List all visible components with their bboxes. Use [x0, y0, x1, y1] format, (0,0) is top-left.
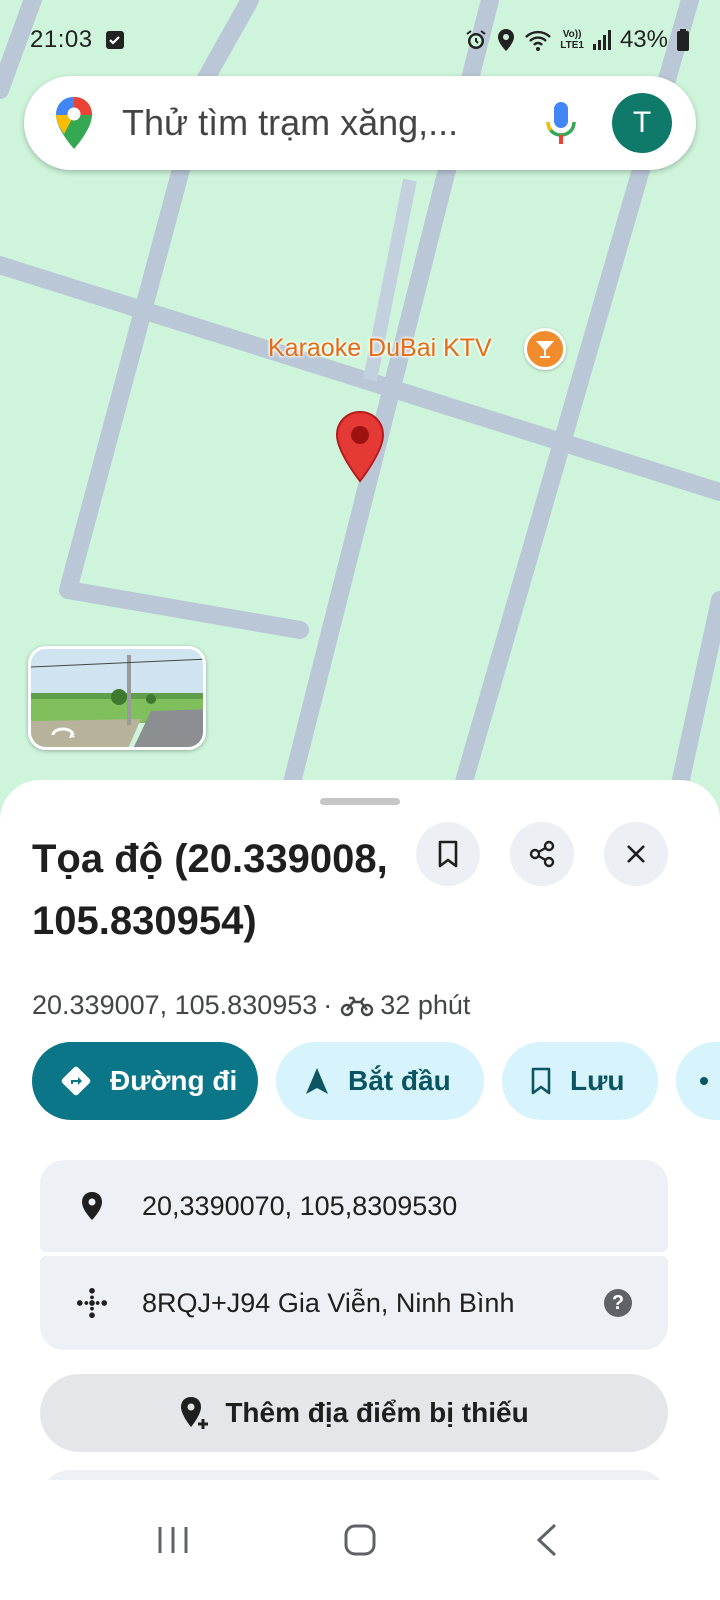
separator: · [323, 990, 333, 1020]
battery-icon [676, 28, 690, 52]
recent-apps-icon [158, 1527, 188, 1553]
add-location-icon [179, 1395, 211, 1431]
add-missing-place-button[interactable]: Thêm địa điểm bị thiếu [40, 1374, 668, 1452]
add-missing-place-label: Thêm địa điểm bị thiếu [225, 1397, 529, 1428]
close-icon [627, 845, 645, 863]
status-bar: 21:03 Vo)) LTE1 43% [0, 0, 720, 80]
coordinates-short: 20.339007, 105.830953 [32, 990, 318, 1020]
share-icon [529, 840, 555, 868]
plus-code-row[interactable]: 8RQJ+J94 Gia Viễn, Ninh Bình ? [40, 1256, 668, 1350]
location-icon [496, 28, 516, 52]
check-notification-icon [105, 30, 125, 50]
dropped-pin-icon [335, 410, 385, 483]
bookmark-icon [438, 840, 458, 868]
directions-icon [60, 1065, 92, 1097]
action-chips: Đường đi Bắt đầu Lưu [32, 1042, 720, 1122]
coordinates-row[interactable]: 20,3390070, 105,8309530 [40, 1160, 668, 1252]
alarm-icon [464, 28, 488, 52]
bookmark-icon [530, 1067, 552, 1095]
navigation-arrow-icon [304, 1066, 330, 1096]
page-title: Tọa độ (20.339008, 105.830954) [32, 837, 388, 943]
drag-handle[interactable] [320, 798, 400, 805]
network-label: LTE1 [560, 40, 584, 51]
microphone-icon[interactable] [544, 100, 578, 146]
cocktail-icon[interactable] [524, 328, 566, 370]
back-icon [536, 1523, 556, 1557]
home-button[interactable] [330, 1510, 390, 1570]
start-button[interactable]: Bắt đầu [276, 1042, 484, 1120]
plus-code-icon [76, 1286, 108, 1320]
directions-button[interactable]: Đường đi [32, 1042, 258, 1120]
motorbike-icon [340, 995, 374, 1017]
back-button[interactable] [517, 1510, 577, 1570]
plus-code-value: 8RQJ+J94 Gia Viễn, Ninh Bình [142, 1287, 515, 1318]
google-maps-logo-icon [56, 97, 92, 149]
share-chip-button[interactable] [676, 1042, 720, 1120]
home-icon [344, 1524, 376, 1556]
wifi-icon [524, 28, 552, 52]
next-card [40, 1470, 668, 1480]
close-button[interactable] [604, 822, 668, 886]
search-input[interactable]: Thử tìm trạm xăng,... [122, 102, 544, 144]
start-label: Bắt đầu [348, 1065, 451, 1096]
street-view-thumbnail[interactable] [28, 646, 206, 750]
place-subline: 20.339007, 105.830953 · 32 phút [32, 990, 470, 1021]
help-icon[interactable]: ? [604, 1289, 632, 1317]
volte-icon: Vo)) LTE1 [560, 29, 584, 51]
avatar[interactable]: T [612, 93, 672, 153]
bookmark-button[interactable] [416, 822, 480, 886]
battery-percent: 43% [619, 26, 668, 53]
status-time: 21:03 [30, 26, 93, 53]
coordinates-value: 20,3390070, 105,8309530 [142, 1190, 458, 1221]
travel-time: 32 phút [380, 990, 471, 1020]
save-button[interactable]: Lưu [502, 1042, 658, 1120]
system-nav-bar [0, 1480, 720, 1600]
save-label: Lưu [570, 1065, 625, 1096]
share-icon [698, 1068, 720, 1094]
signal-icon [592, 29, 612, 51]
search-bar[interactable]: Thử tìm trạm xăng,... T [24, 76, 696, 170]
share-button[interactable] [510, 822, 574, 886]
recent-apps-button[interactable] [143, 1510, 203, 1570]
place-bottom-sheet: Tọa độ (20.339008, 105.830954) 20.339007… [0, 780, 720, 1480]
directions-label: Đường đi [110, 1065, 238, 1096]
location-pin-icon [76, 1191, 108, 1221]
poi-label[interactable]: Karaoke DuBai KTV [268, 334, 492, 363]
